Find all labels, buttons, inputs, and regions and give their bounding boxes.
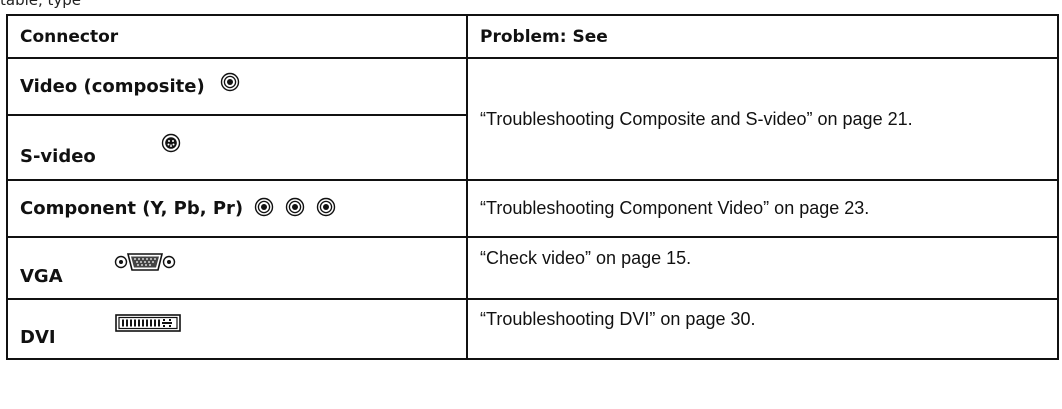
merged-see-cell: “Troubleshooting Composite and S-video” …	[466, 57, 1059, 181]
table-row: Video (composite) “Troubleshooting Compo…	[6, 57, 1059, 181]
table-header-row: Connector Problem: See	[6, 14, 1059, 59]
dvi-connector-icon	[114, 314, 181, 332]
see-reference: “Check video” on page 15.	[480, 247, 692, 268]
see-reference: “Troubleshooting Component Video” on pag…	[480, 198, 870, 218]
header-connector: Connector	[6, 14, 468, 59]
vga-connector-icon	[114, 253, 175, 271]
table-row: VGA “Check video” on page 15.	[6, 236, 1059, 300]
connector-label: S-video	[20, 146, 96, 167]
header-problem-see: Problem: See	[466, 14, 1059, 59]
rca-jack-icon	[317, 197, 336, 216]
table-caption: table, type	[0, 0, 82, 9]
connector-table: Connector Problem: See Video (composite)…	[6, 14, 1059, 360]
table-row: DVI “Troubleshooting DVI” on page 30.	[6, 298, 1059, 360]
rca-jack-icon	[286, 197, 305, 216]
connector-label: Component (Y, Pb, Pr)	[20, 198, 244, 219]
table-row: Component (Y, Pb, Pr) “Troubleshooting C…	[6, 179, 1059, 238]
rca-jack-icon	[220, 72, 239, 91]
connector-label: VGA	[20, 265, 63, 287]
s-video-jack-icon	[161, 133, 181, 152]
connector-label: Video (composite)	[20, 76, 205, 97]
rca-jack-icon	[255, 197, 274, 216]
see-reference: “Troubleshooting DVI” on page 30.	[480, 308, 756, 329]
see-reference: “Troubleshooting Composite and S-video” …	[480, 108, 913, 129]
connector-label: DVI	[20, 326, 56, 348]
